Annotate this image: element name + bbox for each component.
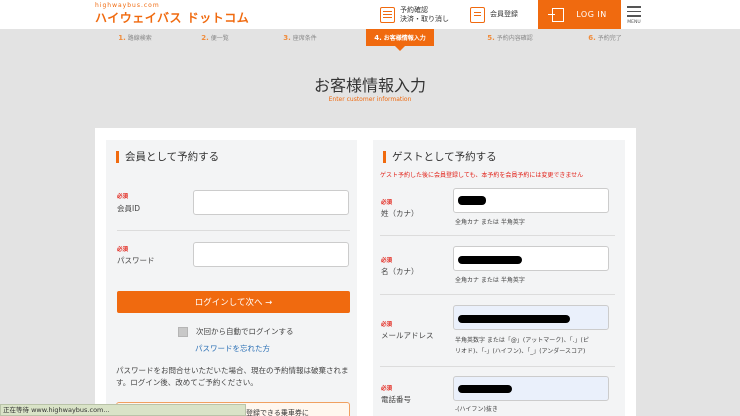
step-customer-info: 4. お客様情報入力: [366, 29, 434, 51]
redacted-value: [458, 256, 522, 264]
step-confirm: 5. 予約内容確認: [487, 33, 533, 43]
password-notice: パスワードをお問合せいただいた場合、現在の予約情報は破棄されます。ログイン後、改…: [116, 366, 349, 387]
redacted-value: [458, 315, 570, 323]
email-input[interactable]: [453, 305, 609, 330]
divider: [380, 294, 615, 295]
list-icon: [380, 6, 395, 23]
first-name-label: 名（カナ）: [381, 267, 419, 276]
page-title: お客様情報入力: [313, 76, 426, 95]
logo-url: highwaybus.com: [95, 2, 160, 9]
menu-button[interactable]: MENU: [624, 3, 644, 27]
page-subtitle: Enter customer information: [328, 96, 412, 103]
confirm-line2: 決済・取り消し: [400, 14, 449, 23]
redacted-value: [458, 196, 486, 205]
member-register-link[interactable]: 会員登録: [470, 0, 535, 29]
required-badge: 必須: [381, 200, 393, 206]
first-name-hint: 全角カナ または 半角英字: [455, 277, 525, 284]
member-id-input[interactable]: [193, 190, 349, 215]
phone-hint: -(ハイフン)抜き: [455, 406, 498, 413]
phone-input[interactable]: [453, 376, 609, 401]
member-register-label: 会員登録: [490, 10, 518, 18]
member-id-label: 会員ID: [117, 204, 140, 213]
browser-status-bar: 正在等待 www.highwaybus.com...: [0, 404, 246, 416]
site-header: highwaybus.com ハイウェイバス ドットコム 予約確認 決済・取り消…: [0, 0, 740, 29]
password-label: パスワード: [117, 256, 155, 265]
register-icon: [470, 6, 485, 23]
redacted-value: [458, 385, 512, 393]
email-label: メールアドレス: [381, 331, 434, 340]
step-seat-conditions: 3. 座席条件: [283, 33, 317, 43]
required-badge: 必須: [117, 247, 129, 253]
member-panel-title: 会員として予約する: [116, 151, 219, 163]
menu-label: MENU: [627, 19, 641, 25]
forgot-password-link[interactable]: パスワードを忘れた方: [195, 343, 270, 354]
divider: [380, 235, 615, 236]
progress-steps: 1. 路線検索 2. 便一覧 3. 座席条件 4. お客様情報入力 5. 予約内容確認 6…: [0, 29, 740, 51]
reservation-confirm-link[interactable]: 予約確認 決済・取り消し: [380, 0, 460, 29]
required-badge: 必須: [117, 194, 129, 200]
required-badge: 必須: [381, 322, 393, 328]
divider: [117, 230, 350, 231]
email-hint-1: 半角英数字 または「@」(アットマーク)、「.」(ピ: [455, 337, 589, 344]
login-button[interactable]: LOG IN: [538, 0, 621, 29]
divider: [380, 366, 615, 367]
last-name-hint: 全角カナ または 半角英字: [455, 219, 525, 226]
guest-panel-title: ゲストとして予約する: [383, 151, 497, 163]
main-content: 会員として予約する 必須 会員ID 必須 パスワード ログインして次へ → 次回…: [95, 128, 636, 416]
guest-panel: ゲストとして予約する ゲスト予約した後に会員登録しても、本予約を会員予約には変更…: [373, 140, 625, 416]
confirm-line1: 予約確認: [400, 5, 428, 14]
login-label: LOG IN: [576, 10, 607, 19]
email-hint-2: リオド)、「-」(ハイフン)、「_」(アンダースコア): [455, 348, 586, 355]
last-name-label: 姓（カナ）: [381, 209, 419, 218]
auto-login-checkbox[interactable]: 次回から自動でログインする: [178, 326, 294, 337]
checkbox-icon[interactable]: [178, 326, 188, 337]
step-complete: 6. 予約完了: [588, 33, 622, 43]
first-name-input[interactable]: [453, 246, 609, 271]
member-login-panel: 会員として予約する 必須 会員ID 必須 パスワード ログインして次へ → 次回…: [106, 140, 357, 416]
site-logo[interactable]: ハイウェイバス ドットコム: [95, 9, 249, 26]
required-badge: 必須: [381, 258, 393, 264]
password-input[interactable]: [193, 242, 349, 267]
hamburger-icon: [627, 6, 641, 8]
phone-label: 電話番号: [381, 395, 411, 404]
last-name-input[interactable]: [453, 188, 609, 213]
auto-login-label: 次回から自動でログインする: [196, 327, 294, 336]
required-badge: 必須: [381, 386, 393, 392]
login-next-button[interactable]: ログインして次へ →: [117, 291, 350, 313]
login-icon: [548, 7, 565, 22]
guest-warning: ゲスト予約した後に会員登録しても、本予約を会員予約には変更できません: [380, 172, 584, 179]
